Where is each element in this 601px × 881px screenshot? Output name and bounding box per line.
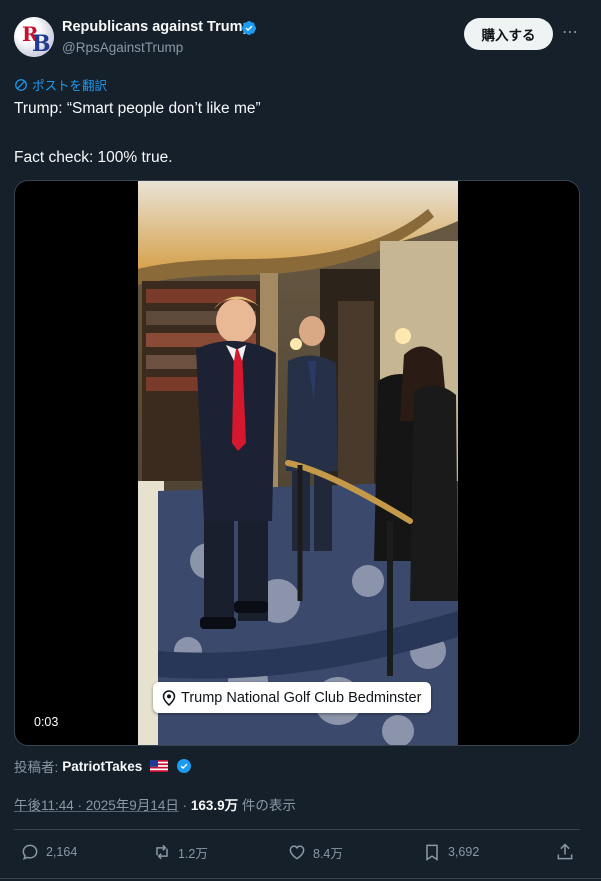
view-suffix: 件の表示 xyxy=(238,798,296,813)
tweet-text: Trump: “Smart people don’t like me” Fact… xyxy=(14,98,574,169)
us-flag-icon xyxy=(150,760,169,772)
like-count: 8.4万 xyxy=(313,846,343,861)
view-count: 163.9万 xyxy=(190,798,239,813)
heart-icon xyxy=(289,845,305,860)
reply-icon xyxy=(22,844,38,860)
bookmark-button[interactable]: 3,692 xyxy=(422,842,479,862)
bookmark-count: 3,692 xyxy=(448,845,480,859)
repost-icon xyxy=(156,844,168,860)
avatar-letter-b: B xyxy=(32,31,51,57)
like-button[interactable]: 8.4万 xyxy=(287,842,343,862)
more-dots-icon[interactable]: ⋯ xyxy=(560,24,580,44)
location-pin-icon xyxy=(162,689,176,706)
tweet-line-2: Fact check: 100% true. xyxy=(14,149,173,166)
meta-separator: · xyxy=(178,798,191,813)
video-scene-illustration xyxy=(138,181,458,745)
avatar[interactable]: R B xyxy=(14,17,54,57)
divider xyxy=(14,829,580,830)
reply-button[interactable]: 2,164 xyxy=(20,842,77,862)
share-icon xyxy=(557,843,573,860)
location-name: Trump National Golf Club Bedminster xyxy=(181,689,422,706)
tweet-line-1: Trump: “Smart people don’t like me” xyxy=(14,100,261,117)
post-timestamp[interactable]: 午後11:44 · 2025年9月14日 xyxy=(14,798,179,813)
buy-button[interactable]: 購入する xyxy=(464,18,553,50)
reply-count: 2,164 xyxy=(46,845,78,859)
bottom-divider xyxy=(0,878,601,879)
verified-badge-icon xyxy=(177,759,192,773)
poster-name[interactable]: PatriotTakes xyxy=(62,759,142,774)
post-meta: 午後11:44 · 2025年9月14日 · 163.9万 件の表示 xyxy=(14,794,296,814)
translate-icon xyxy=(15,78,27,91)
video-player[interactable] xyxy=(14,180,580,746)
poster-prefix: 投稿者: xyxy=(14,760,59,775)
translate-post-link[interactable]: ポストを翻訳 xyxy=(14,75,107,94)
location-tag[interactable]: Trump National Golf Club Bedminster xyxy=(153,682,432,713)
video-timecode: 0:03 xyxy=(34,715,59,729)
verified-badge-icon xyxy=(241,21,256,35)
video-frame xyxy=(138,181,458,745)
repost-button[interactable]: 1.2万 xyxy=(152,842,208,862)
translate-label: ポストを翻訳 xyxy=(32,79,108,93)
author-name[interactable]: Republicans against Trump xyxy=(62,19,251,35)
author-handle[interactable]: @RpsAgainstTrump xyxy=(62,40,183,55)
share-button[interactable] xyxy=(555,842,575,862)
poster-attribution: 投稿者: PatriotTakes xyxy=(14,756,192,776)
repost-count: 1.2万 xyxy=(178,846,208,861)
bookmark-icon xyxy=(426,844,438,861)
